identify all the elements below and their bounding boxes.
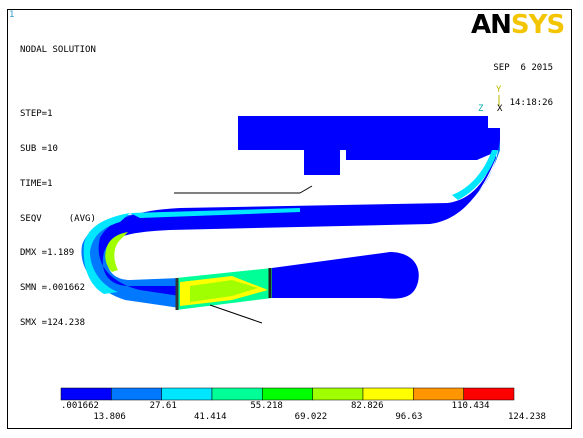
legend-tick-label: 110.434 xyxy=(451,401,490,411)
model-top-flange xyxy=(238,116,500,175)
triad-z-label: Z xyxy=(478,104,484,114)
legend-swatch xyxy=(111,387,162,401)
legend-swatch xyxy=(262,387,313,401)
triad-y-label: Y xyxy=(496,85,502,95)
legend-tick-label: 13.806 xyxy=(93,412,126,422)
fe-model-plot: Y Z X xyxy=(60,85,515,401)
legend-swatch xyxy=(312,387,364,401)
legend-tick-label: 27.61 xyxy=(149,401,177,411)
legend-tick-label: 41.414 xyxy=(194,412,227,422)
triad-x-label: X xyxy=(497,104,503,114)
legend-tick-label: 82.826 xyxy=(351,401,384,411)
legend-tick-label: .001662 xyxy=(61,401,99,411)
legend-tick-label: 124.238 xyxy=(508,412,546,422)
legend-tick-label: 96.63 xyxy=(395,412,423,422)
model-line-diag xyxy=(299,185,313,194)
legend-swatch xyxy=(60,387,112,401)
legend-colorbar xyxy=(60,387,515,401)
legend-swatch xyxy=(211,387,263,401)
legend-swatch xyxy=(362,387,414,401)
legend-tick-label: 69.022 xyxy=(294,412,328,422)
legend-swatch xyxy=(463,387,515,401)
legend-swatch xyxy=(161,387,213,401)
legend-tick-label: 55.218 xyxy=(250,401,283,411)
model-bulb xyxy=(272,252,419,299)
legend-swatch xyxy=(413,387,464,401)
model-line-bottom xyxy=(209,304,263,324)
coordinate-triad: Y Z X xyxy=(478,85,503,114)
